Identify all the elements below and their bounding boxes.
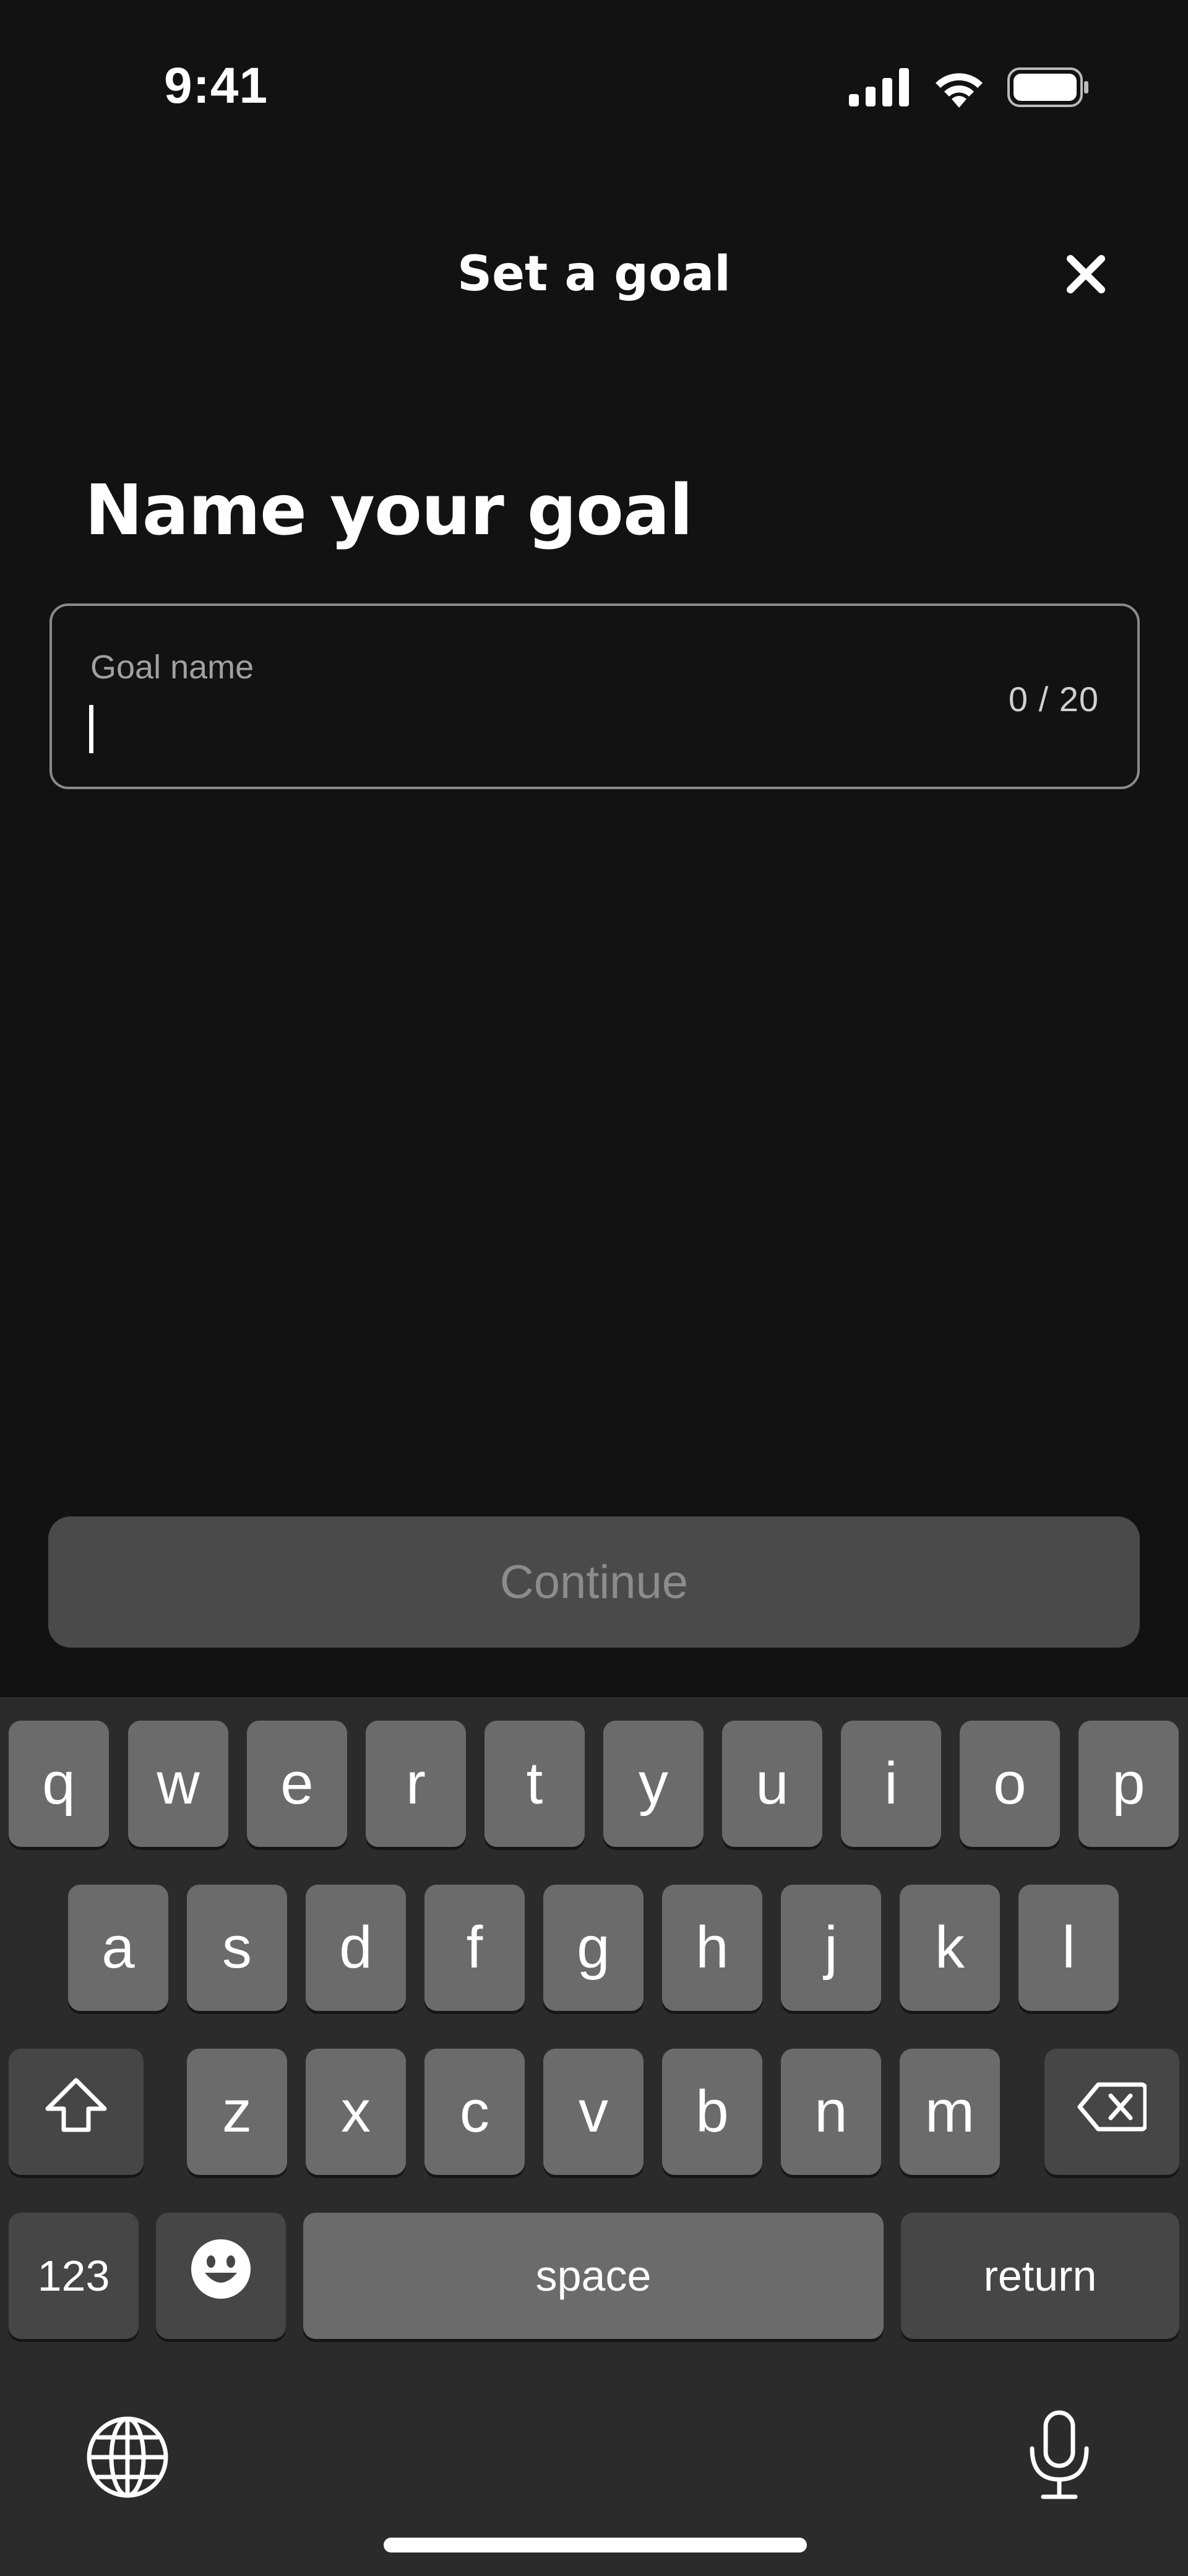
microphone-icon[interactable]: [1025, 2409, 1094, 2505]
status-time: 9:41: [164, 58, 269, 114]
numbers-key[interactable]: 123: [9, 2213, 139, 2339]
app-screen: 9:41 Set a goal Name your goal Goal name…: [0, 0, 1188, 2576]
status-icons: [849, 67, 1089, 110]
key-n[interactable]: n: [781, 2049, 881, 2175]
key-s[interactable]: s: [187, 1885, 287, 2011]
key-l[interactable]: l: [1018, 1885, 1119, 2011]
key-v[interactable]: v: [543, 2049, 644, 2175]
close-button[interactable]: [1061, 251, 1111, 300]
key-y[interactable]: y: [603, 1721, 704, 1847]
key-f[interactable]: f: [424, 1885, 525, 2011]
header-title: Set a goal: [457, 246, 731, 302]
key-h[interactable]: h: [662, 1885, 762, 2011]
key-k[interactable]: k: [900, 1885, 1000, 2011]
key-j[interactable]: j: [781, 1885, 881, 2011]
delete-key[interactable]: [1044, 2049, 1179, 2175]
goal-name-label: Goal name: [90, 649, 254, 686]
battery-icon: [1007, 67, 1089, 110]
emoji-key[interactable]: [156, 2213, 286, 2339]
key-i[interactable]: i: [841, 1721, 941, 1847]
continue-button[interactable]: Continue: [48, 1516, 1140, 1648]
key-g[interactable]: g: [543, 1885, 644, 2011]
key-e[interactable]: e: [247, 1721, 347, 1847]
home-indicator: [384, 2538, 807, 2552]
key-o[interactable]: o: [960, 1721, 1060, 1847]
shift-key[interactable]: [9, 2049, 144, 2175]
shift-icon: [44, 2077, 108, 2148]
character-counter: 0 / 20: [1008, 680, 1099, 719]
key-m[interactable]: m: [900, 2049, 1000, 2175]
goal-name-field[interactable]: Goal name 0 / 20: [50, 603, 1140, 789]
key-x[interactable]: x: [306, 2049, 406, 2175]
signal-icon: [849, 67, 911, 110]
key-c[interactable]: c: [424, 2049, 525, 2175]
key-r[interactable]: r: [366, 1721, 466, 1847]
return-key[interactable]: return: [901, 2213, 1179, 2339]
key-z[interactable]: z: [187, 2049, 287, 2175]
key-p[interactable]: p: [1078, 1721, 1179, 1847]
key-a[interactable]: a: [68, 1885, 168, 2011]
key-b[interactable]: b: [662, 2049, 762, 2175]
close-icon: [1065, 254, 1106, 298]
keyboard: q w e r t y u i o p a s d f g h j k l z …: [0, 1697, 1188, 2576]
text-cursor: [89, 705, 93, 753]
key-d[interactable]: d: [306, 1885, 406, 2011]
page-heading: Name your goal: [85, 470, 693, 551]
key-t[interactable]: t: [484, 1721, 585, 1847]
wifi-icon: [932, 67, 986, 111]
key-q[interactable]: q: [9, 1721, 109, 1847]
key-u[interactable]: u: [722, 1721, 822, 1847]
key-w[interactable]: w: [128, 1721, 228, 1847]
delete-icon: [1077, 2078, 1148, 2146]
emoji-icon: [189, 2237, 253, 2315]
globe-icon[interactable]: [85, 2415, 170, 2502]
space-key[interactable]: space: [303, 2213, 884, 2339]
